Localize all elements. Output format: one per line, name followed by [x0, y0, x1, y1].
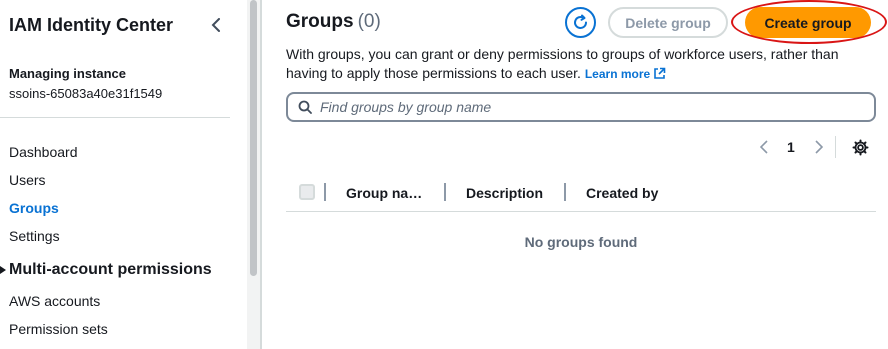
sidebar-item-permission-sets[interactable]: Permission sets [9, 321, 108, 337]
column-divider[interactable] [444, 183, 446, 201]
chevron-left-icon [760, 140, 768, 154]
column-header-created-by[interactable]: Created by [586, 185, 658, 201]
refresh-icon [574, 14, 587, 29]
learn-more-link[interactable]: Learn more [585, 67, 666, 81]
sidebar-section-label: Multi-account permissions [9, 261, 212, 278]
delete-group-button[interactable]: Delete group [608, 7, 728, 38]
managing-instance-label: Managing instance [9, 66, 127, 81]
select-all-checkbox[interactable] [299, 184, 315, 200]
table-header-divider [286, 211, 876, 212]
side-navigation: IAM Identity Center Managing instance ss… [0, 0, 246, 349]
chevron-left-icon [211, 18, 220, 32]
sidebar-item-users[interactable]: Users [9, 172, 46, 188]
chevron-right-icon [815, 140, 823, 154]
current-page-number[interactable]: 1 [787, 139, 795, 155]
pager-divider [835, 136, 836, 158]
column-divider[interactable] [324, 183, 326, 201]
learn-more-label: Learn more [584, 67, 651, 81]
sidebar-item-settings[interactable]: Settings [9, 228, 60, 244]
caret-down-icon [0, 266, 9, 274]
search-input[interactable] [320, 99, 860, 115]
sidebar-divider [0, 117, 230, 118]
main-content: Groups (0) Delete group Create group With… [262, 0, 888, 349]
sidebar-item-groups[interactable]: Groups [9, 200, 59, 216]
page-description: With groups, you can grant or deny permi… [286, 45, 866, 86]
next-page-button[interactable] [811, 138, 827, 156]
search-field[interactable] [286, 92, 876, 122]
sidebar-title[interactable]: IAM Identity Center [9, 15, 173, 36]
description-text: With groups, you can grant or deny permi… [286, 46, 839, 81]
column-header-description[interactable]: Description [466, 185, 543, 201]
collapse-sidebar-button[interactable] [206, 14, 226, 36]
refresh-button[interactable] [565, 7, 596, 38]
gear-icon [852, 139, 868, 155]
column-header-group-name[interactable]: Group na… [346, 185, 422, 201]
sidebar-item-aws-accounts[interactable]: AWS accounts [9, 293, 100, 309]
group-count: (0) [357, 11, 381, 32]
external-link-icon [653, 67, 666, 86]
empty-state-text: No groups found [524, 234, 638, 250]
page-title-text: Groups [286, 11, 354, 32]
search-icon [298, 100, 312, 114]
previous-page-button[interactable] [756, 138, 772, 156]
preferences-button[interactable] [851, 138, 869, 156]
page-title: Groups (0) [286, 11, 381, 33]
table-header: Group na… Description Created by [286, 176, 876, 210]
sidebar-scrollbar-thumb[interactable] [250, 0, 257, 276]
sidebar-item-dashboard[interactable]: Dashboard [9, 144, 78, 160]
sidebar-section-multi-account[interactable]: Multi-account permissions [0, 261, 212, 279]
create-group-button[interactable]: Create group [745, 7, 871, 38]
column-divider[interactable] [564, 183, 566, 201]
managing-instance-value: ssoins-65083a40e31f1549 [9, 86, 163, 101]
